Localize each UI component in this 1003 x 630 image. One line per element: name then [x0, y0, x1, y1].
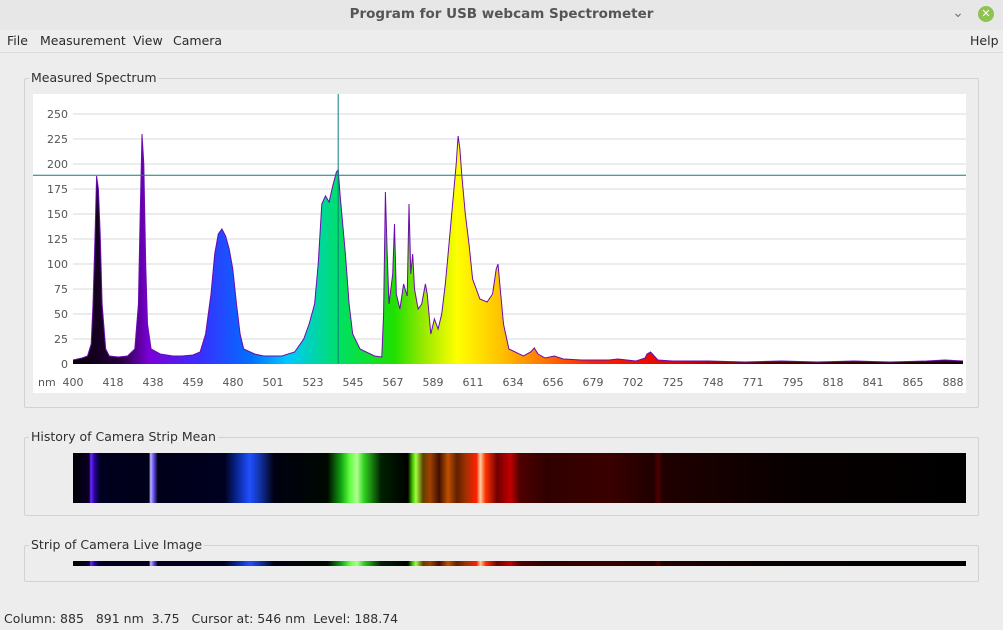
- x-tick-label: 523: [303, 376, 324, 389]
- menu-bar: File Measurement View Camera Help: [0, 30, 1003, 53]
- x-tick-label: 679: [583, 376, 604, 389]
- history-group-label: History of Camera Strip Mean: [29, 429, 218, 444]
- title-bar: Program for USB webcam Spectrometer ⌄ ✕: [0, 0, 1003, 30]
- status-nm: 891 nm: [95, 611, 144, 626]
- x-tick-label: 545: [343, 376, 364, 389]
- menu-view[interactable]: View: [133, 33, 163, 48]
- status-level: Level: 188.74: [313, 611, 399, 626]
- y-tick-label: 150: [47, 208, 68, 221]
- y-tick-label: 175: [47, 183, 68, 196]
- x-tick-label: 841: [863, 376, 884, 389]
- x-tick-label: 418: [103, 376, 124, 389]
- x-tick-label: 656: [543, 376, 564, 389]
- live-strip: [73, 561, 966, 566]
- x-tick-label: 589: [423, 376, 444, 389]
- y-tick-label: 50: [54, 308, 68, 321]
- x-tick-label: 795: [783, 376, 804, 389]
- window-title: Program for USB webcam Spectrometer: [349, 6, 654, 22]
- spectrum-line: [72, 133, 964, 363]
- y-tick-label: 200: [47, 158, 68, 171]
- y-tick-label: 75: [54, 283, 68, 296]
- y-tick-label: 225: [47, 133, 68, 146]
- menu-measurement[interactable]: Measurement: [40, 33, 126, 48]
- y-tick-label: 0: [61, 358, 68, 371]
- x-tick-label: 611: [463, 376, 484, 389]
- x-tick-label: 567: [383, 376, 404, 389]
- x-tick-label: 400: [63, 376, 84, 389]
- x-tick-label: 888: [943, 376, 964, 389]
- spectrum-chart[interactable]: 0 25 50 75 100 125 150 175 200 225 250 400 418 438 459…: [33, 94, 966, 393]
- y-tick-label: 250: [47, 108, 68, 121]
- x-tick-label: 865: [903, 376, 924, 389]
- x-tick-label: 725: [663, 376, 684, 389]
- status-column: Column: 885: [4, 611, 84, 626]
- menu-camera[interactable]: Camera: [173, 33, 222, 48]
- x-tick-label: 480: [223, 376, 244, 389]
- y-tick-label: 125: [47, 233, 68, 246]
- x-tick-label: 501: [263, 376, 284, 389]
- status-bar: Column: 885 891 nm 3.75 Cursor at: 546 n…: [4, 611, 398, 626]
- x-tick-label: 438: [143, 376, 164, 389]
- spectrum-plot[interactable]: 0 25 50 75 100 125 150 175 200 225 250 400 418 438 459…: [33, 94, 966, 393]
- x-tick-label: 459: [183, 376, 204, 389]
- x-tick-label: 748: [703, 376, 724, 389]
- x-tick-label: 771: [743, 376, 764, 389]
- y-tick-label: 25: [54, 333, 68, 346]
- x-tick-label: 818: [823, 376, 844, 389]
- menu-help[interactable]: Help: [970, 33, 999, 48]
- status-value: 3.75: [151, 611, 180, 626]
- menu-file[interactable]: File: [7, 33, 28, 48]
- close-icon[interactable]: ✕: [978, 6, 994, 22]
- status-cursor: Cursor at: 546 nm: [191, 611, 306, 626]
- spectrum-group-label: Measured Spectrum: [29, 70, 159, 85]
- x-axis-label: nm: [38, 376, 56, 389]
- x-tick-label: 702: [623, 376, 644, 389]
- live-group-label: Strip of Camera Live Image: [29, 537, 205, 552]
- history-strip: [73, 453, 966, 503]
- y-tick-label: 100: [47, 258, 68, 271]
- x-tick-label: 634: [503, 376, 524, 389]
- minimize-icon[interactable]: ⌄: [951, 6, 965, 20]
